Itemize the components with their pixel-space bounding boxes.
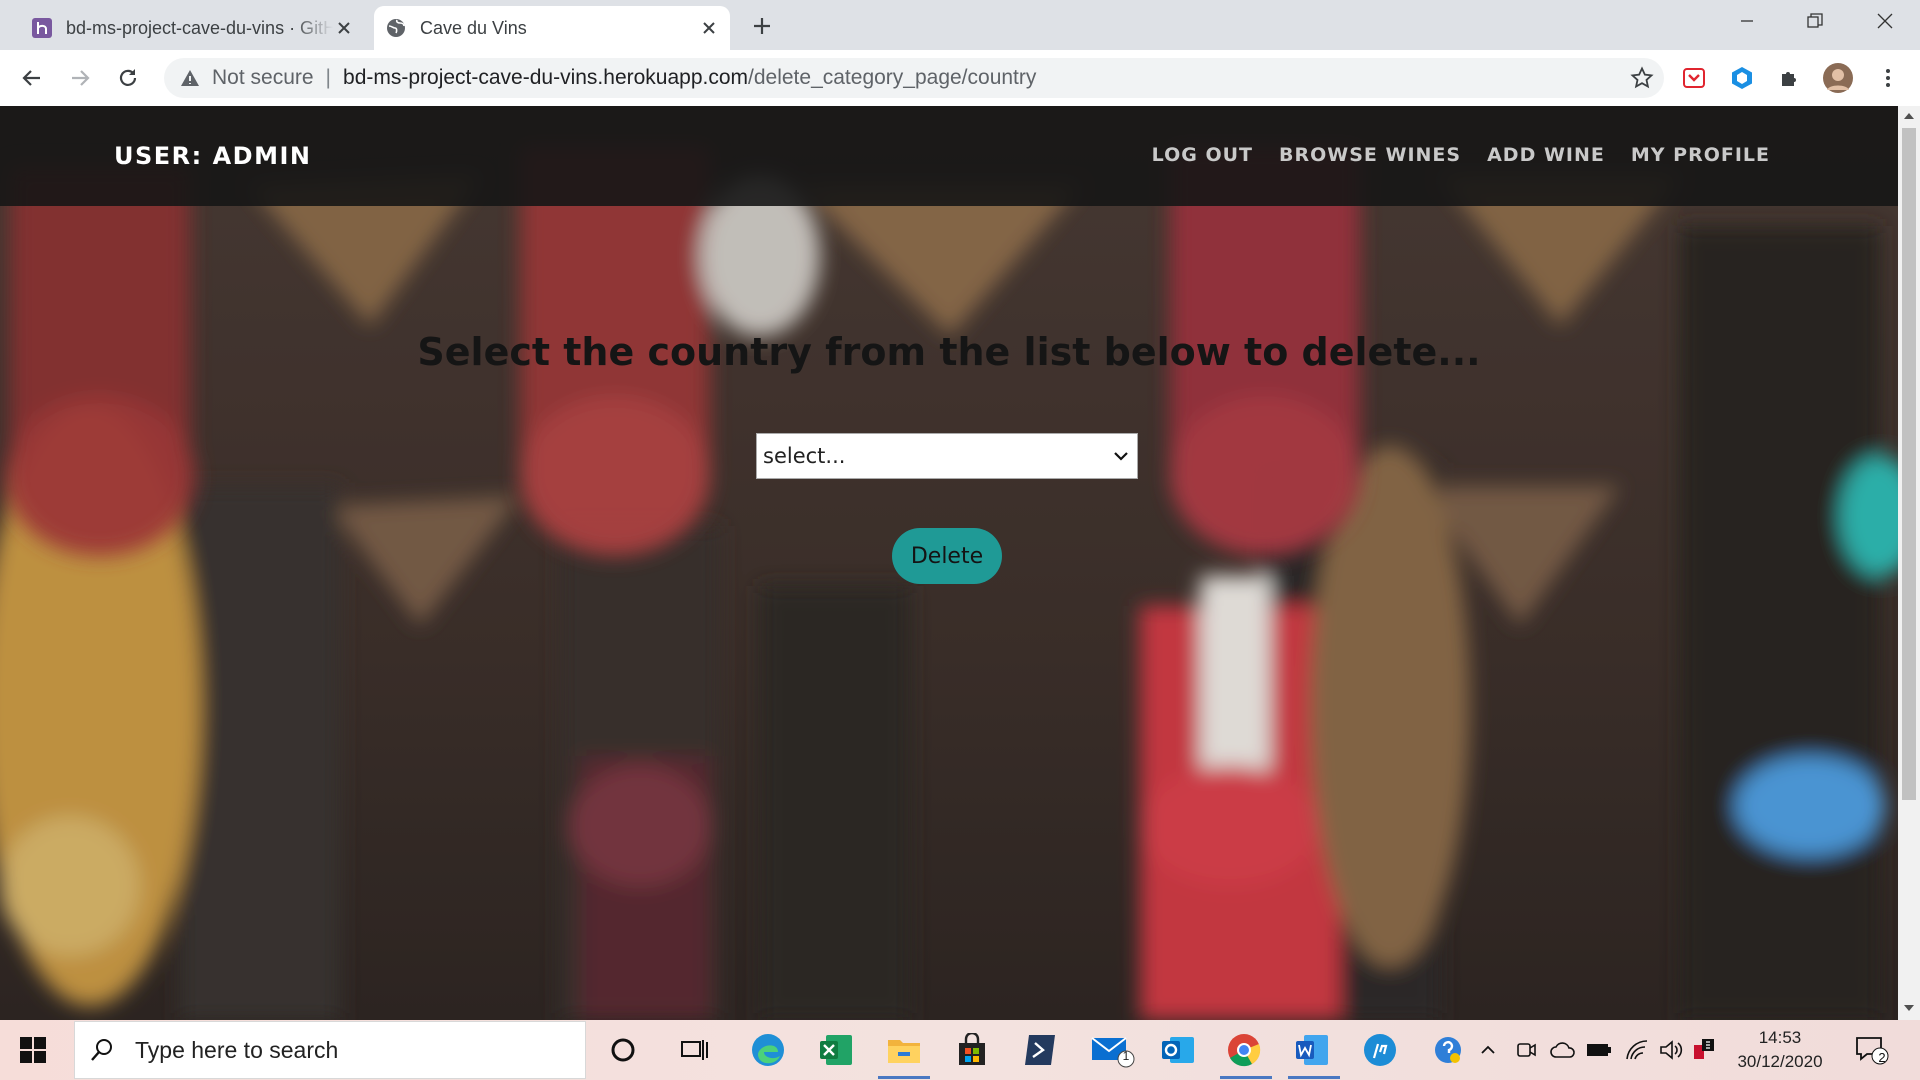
search-icon [91,1039,112,1061]
top-navbar: USER: ADMIN LOG OUT BROWSE WINES ADD WIN… [0,106,1898,206]
task-view-icon[interactable] [676,1032,712,1068]
close-tab-icon[interactable] [698,17,720,39]
nav-browse-wines[interactable]: BROWSE WINES [1279,144,1461,166]
user-brand-label: USER: ADMIN [114,142,312,170]
notifications-icon[interactable]: 2 [1852,1032,1892,1068]
close-tab-icon[interactable] [333,17,355,39]
minimize-button[interactable] [1724,0,1770,42]
heroku-icon [30,16,54,40]
nav-add-wine[interactable]: ADD WINE [1487,144,1605,166]
chevron-down-icon [1114,452,1128,461]
tab-title: Cave du Vins [420,17,527,38]
forward-button[interactable] [64,62,96,94]
nav-my-profile[interactable]: MY PROFILE [1631,144,1770,166]
hp-icon[interactable] [1362,1032,1398,1068]
nav-log-out[interactable]: LOG OUT [1152,144,1253,166]
onedrive-icon[interactable] [1548,1032,1578,1068]
tab-title: bd-ms-project-cave-du-vins · GitHub [66,17,333,38]
browser-toolbar: Not secure | bd-ms-project-cave-du-vins.… [0,50,1920,107]
store-icon[interactable] [954,1032,990,1068]
select-value: select... [763,444,846,468]
url-path: /delete_category_page/country [748,66,1037,89]
extension-hexagon-icon[interactable] [1726,62,1758,94]
nav-links: LOG OUT BROWSE WINES ADD WINE MY PROFILE [1152,144,1770,166]
page-title: Select the country from the list below t… [417,330,1481,374]
divider: | [325,66,332,89]
chevron-up-icon[interactable] [1474,1032,1502,1068]
file-explorer-icon[interactable] [886,1032,922,1068]
meet-now-icon[interactable] [1512,1032,1540,1068]
mail-icon[interactable]: 1 [1090,1032,1136,1068]
warning-icon[interactable] [178,66,202,90]
delete-button[interactable]: Delete [892,528,1002,584]
clock-time: 14:53 [1758,1028,1802,1047]
cortana-icon[interactable] [605,1032,641,1068]
wifi-icon[interactable] [1622,1032,1652,1068]
country-select[interactable]: select... [756,433,1138,479]
outlook-icon[interactable] [1160,1032,1196,1068]
windows-taskbar: Type here to search 1 14:53 30/12/2020 2 [0,1020,1920,1080]
active-app-indicator [1288,1076,1340,1079]
battery-icon[interactable] [1584,1032,1614,1068]
page-scrollbar[interactable] [1898,106,1920,1020]
windows-start-icon[interactable] [20,1037,46,1063]
address-bar[interactable]: Not secure | bd-ms-project-cave-du-vins.… [164,58,1664,98]
chrome-menu-icon[interactable] [1872,62,1904,94]
new-tab-button[interactable] [748,12,776,40]
notification-count: 2 [1878,1050,1886,1065]
close-window-button[interactable] [1862,0,1908,42]
pocket-extension-icon[interactable] [1678,62,1710,94]
word-icon[interactable] [1294,1032,1330,1068]
tab-github[interactable]: bd-ms-project-cave-du-vins · GitHub [20,6,365,50]
security-label: Not secure [212,66,314,89]
mail-badge-count: 1 [1122,1049,1130,1063]
search-placeholder: Type here to search [135,1036,339,1063]
restore-button[interactable] [1792,0,1838,42]
help-icon[interactable] [1430,1032,1466,1068]
scroll-down-arrow-icon[interactable] [1903,1002,1915,1014]
url-host: bd-ms-project-cave-du-vins.herokuapp.com [343,66,749,89]
browser-tab-strip: bd-ms-project-cave-du-vins · GitHub Cave… [0,0,1920,50]
page-viewport: USER: ADMIN LOG OUT BROWSE WINES ADD WIN… [0,106,1898,1020]
tab-cave-du-vins[interactable]: Cave du Vins [374,6,730,50]
active-app-indicator [1220,1076,1272,1079]
back-button[interactable] [16,62,48,94]
scroll-up-arrow-icon[interactable] [1903,110,1915,122]
scroll-thumb[interactable] [1902,128,1916,800]
active-app-indicator [878,1076,930,1079]
clock[interactable]: 14:53 30/12/2020 [1720,1026,1840,1074]
clock-date: 30/12/2020 [1737,1052,1823,1071]
profile-avatar[interactable] [1822,62,1854,94]
extensions-puzzle-icon[interactable] [1774,62,1806,94]
reload-button[interactable] [112,62,144,94]
chrome-icon[interactable] [1226,1032,1262,1068]
mcafee-shield-icon[interactable] [1690,1032,1720,1068]
globe-icon [384,16,408,40]
powershell-icon[interactable] [1022,1032,1058,1068]
volume-icon[interactable] [1656,1032,1686,1068]
taskbar-search-input[interactable]: Type here to search [74,1021,586,1079]
bookmark-star-icon[interactable] [1630,66,1654,90]
edge-icon[interactable] [750,1032,786,1068]
excel-icon[interactable] [818,1032,854,1068]
